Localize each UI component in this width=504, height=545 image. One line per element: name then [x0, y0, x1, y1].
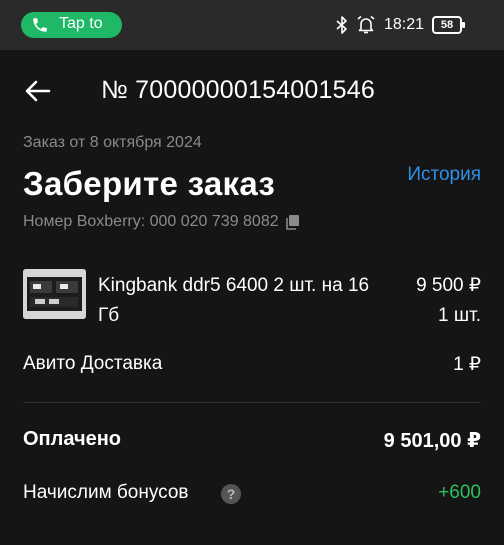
tracking-number-row[interactable]: Номер Boxberry: 000 020 739 8082 — [23, 213, 301, 231]
ongoing-call-pill[interactable]: Tap to — [21, 12, 122, 38]
product-price: 9 500 ₽ — [416, 275, 481, 296]
product-thumbnail[interactable] — [23, 269, 86, 319]
status-icons: 18:21 58 — [336, 14, 465, 36]
back-button[interactable] — [22, 76, 54, 106]
paid-total-row: Оплачено 9 501,00 ₽ — [23, 428, 481, 458]
delivery-price: 1 ₽ — [453, 354, 481, 375]
bluetooth-icon — [336, 16, 347, 34]
product-name: Kingbank ddr5 6400 2 шт. на 16 Гб — [98, 275, 370, 326]
question-icon[interactable]: ? — [221, 484, 241, 504]
delivery-label: Авито Доставка — [23, 353, 163, 374]
clock: 18:21 — [383, 16, 424, 33]
top-app-bar: № 70000000154001546 — [0, 74, 504, 108]
battery-indicator: 58 — [432, 16, 465, 34]
bonus-row: Начислим бонусов ? +600 — [23, 482, 481, 510]
order-status-heading: Заберите заказ — [23, 165, 276, 202]
delivery-row: Авито Доставка 1 ₽ — [23, 353, 481, 381]
bonus-label: Начислим бонусов — [23, 482, 189, 503]
paid-label: Оплачено — [23, 428, 121, 450]
arrow-left-icon — [25, 80, 51, 102]
phone-icon — [33, 18, 47, 32]
paid-total: 9 501,00 ₽ — [383, 430, 481, 452]
history-link[interactable]: История — [407, 164, 481, 186]
product-item[interactable]: Kingbank ddr5 6400 2 шт. на 16 Гб 9 500 … — [23, 269, 481, 329]
copy-icon[interactable] — [285, 214, 301, 230]
divider — [23, 402, 481, 403]
bonus-value: +600 — [438, 482, 481, 503]
alarm-icon — [357, 15, 375, 34]
status-bar: Tap to 18:21 58 — [0, 0, 504, 50]
order-date: Заказ от 8 октября 2024 — [23, 134, 202, 151]
product-quantity: 1 шт. — [438, 305, 481, 326]
tracking-number: Номер Boxberry: 000 020 739 8082 — [23, 213, 279, 230]
order-screen: № 70000000154001546 Заказ от 8 октября 2… — [0, 50, 504, 545]
call-pill-label: Tap to — [59, 15, 103, 32]
order-number-title: № 70000000154001546 — [101, 76, 375, 104]
product-image — [23, 269, 86, 319]
